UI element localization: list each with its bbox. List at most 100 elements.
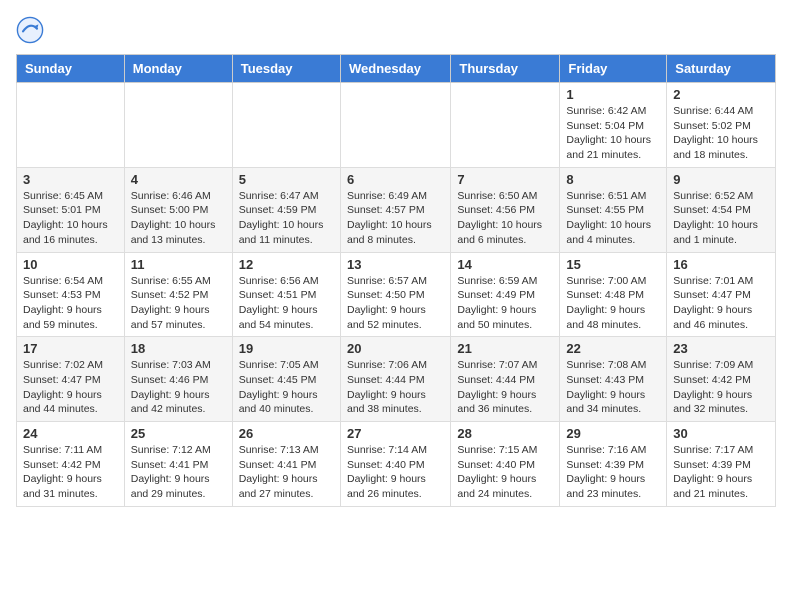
day-info: Sunrise: 6:49 AM Sunset: 4:57 PM Dayligh… bbox=[347, 189, 444, 248]
day-info: Sunrise: 7:00 AM Sunset: 4:48 PM Dayligh… bbox=[566, 274, 660, 333]
header bbox=[16, 16, 776, 44]
day-number: 12 bbox=[239, 257, 334, 272]
day-header-monday: Monday bbox=[124, 55, 232, 83]
week-row-4: 17Sunrise: 7:02 AM Sunset: 4:47 PM Dayli… bbox=[17, 337, 776, 422]
day-number: 3 bbox=[23, 172, 118, 187]
calendar-cell: 3 Sunrise: 6:45 AM Sunset: 5:01 PM Daylig… bbox=[17, 167, 125, 252]
day-info: Sunrise: 7:16 AM Sunset: 4:39 PM Dayligh… bbox=[566, 443, 660, 502]
calendar-cell: 14 Sunrise: 6:59 AM Sunset: 4:49 PM Dayli… bbox=[451, 252, 560, 337]
day-number: 8 bbox=[566, 172, 660, 187]
day-number: 9 bbox=[673, 172, 769, 187]
day-info: Sunrise: 6:42 AM Sunset: 5:04 PM Dayligh… bbox=[566, 104, 660, 163]
day-number: 30 bbox=[673, 426, 769, 441]
calendar-cell: 21 Sunrise: 7:07 AM Sunset: 4:44 PM Dayli… bbox=[451, 337, 560, 422]
week-row-3: 10 Sunrise: 6:54 AM Sunset: 4:53 PM Dayli… bbox=[17, 252, 776, 337]
day-info: Sunrise: 6:45 AM Sunset: 5:01 PM Dayligh… bbox=[23, 189, 118, 248]
day-number: 27 bbox=[347, 426, 444, 441]
day-number: 23 bbox=[673, 341, 769, 356]
day-info: Sunrise: 7:02 AM Sunset: 4:47 PM Dayligh… bbox=[23, 358, 118, 417]
week-row-5: 24Sunrise: 7:11 AM Sunset: 4:42 PM Dayli… bbox=[17, 422, 776, 507]
day-info: Sunrise: 7:07 AM Sunset: 4:44 PM Dayligh… bbox=[457, 358, 553, 417]
calendar-cell bbox=[17, 83, 125, 168]
calendar-cell: 1 Sunrise: 6:42 AM Sunset: 5:04 PM Daylig… bbox=[560, 83, 667, 168]
day-number: 11 bbox=[131, 257, 226, 272]
day-info: Sunrise: 6:55 AM Sunset: 4:52 PM Dayligh… bbox=[131, 274, 226, 333]
day-number: 22 bbox=[566, 341, 660, 356]
calendar-cell: 12 Sunrise: 6:56 AM Sunset: 4:51 PM Dayli… bbox=[232, 252, 340, 337]
day-number: 28 bbox=[457, 426, 553, 441]
day-number: 15 bbox=[566, 257, 660, 272]
calendar-cell: 6Sunrise: 6:49 AM Sunset: 4:57 PM Daylig… bbox=[340, 167, 450, 252]
day-info: Sunrise: 6:57 AM Sunset: 4:50 PM Dayligh… bbox=[347, 274, 444, 333]
day-info: Sunrise: 7:01 AM Sunset: 4:47 PM Dayligh… bbox=[673, 274, 769, 333]
day-number: 10 bbox=[23, 257, 118, 272]
day-number: 5 bbox=[239, 172, 334, 187]
calendar-cell: 27 Sunrise: 7:14 AM Sunset: 4:40 PM Dayli… bbox=[340, 422, 450, 507]
day-header-wednesday: Wednesday bbox=[340, 55, 450, 83]
day-header-friday: Friday bbox=[560, 55, 667, 83]
day-header-sunday: Sunday bbox=[17, 55, 125, 83]
calendar-cell: 23 Sunrise: 7:09 AM Sunset: 4:42 PM Dayli… bbox=[667, 337, 776, 422]
calendar-cell: 11 Sunrise: 6:55 AM Sunset: 4:52 PM Dayli… bbox=[124, 252, 232, 337]
calendar-cell: 19Sunrise: 7:05 AM Sunset: 4:45 PM Dayli… bbox=[232, 337, 340, 422]
calendar-cell: 30 Sunrise: 7:17 AM Sunset: 4:39 PM Dayli… bbox=[667, 422, 776, 507]
calendar-cell: 8 Sunrise: 6:51 AM Sunset: 4:55 PM Daylig… bbox=[560, 167, 667, 252]
day-number: 20 bbox=[347, 341, 444, 356]
calendar-cell: 28 Sunrise: 7:15 AM Sunset: 4:40 PM Dayli… bbox=[451, 422, 560, 507]
calendar-cell: 29Sunrise: 7:16 AM Sunset: 4:39 PM Dayli… bbox=[560, 422, 667, 507]
day-number: 18 bbox=[131, 341, 226, 356]
day-info: Sunrise: 7:12 AM Sunset: 4:41 PM Dayligh… bbox=[131, 443, 226, 502]
calendar-cell: 15 Sunrise: 7:00 AM Sunset: 4:48 PM Dayli… bbox=[560, 252, 667, 337]
calendar-cell bbox=[124, 83, 232, 168]
day-number: 2 bbox=[673, 87, 769, 102]
day-number: 4 bbox=[131, 172, 226, 187]
day-info: Sunrise: 6:56 AM Sunset: 4:51 PM Dayligh… bbox=[239, 274, 334, 333]
calendar-cell bbox=[451, 83, 560, 168]
day-info: Sunrise: 7:03 AM Sunset: 4:46 PM Dayligh… bbox=[131, 358, 226, 417]
week-row-2: 3 Sunrise: 6:45 AM Sunset: 5:01 PM Daylig… bbox=[17, 167, 776, 252]
day-number: 14 bbox=[457, 257, 553, 272]
day-info: Sunrise: 6:52 AM Sunset: 4:54 PM Dayligh… bbox=[673, 189, 769, 248]
day-info: Sunrise: 6:54 AM Sunset: 4:53 PM Dayligh… bbox=[23, 274, 118, 333]
day-header-thursday: Thursday bbox=[451, 55, 560, 83]
calendar-cell: 17Sunrise: 7:02 AM Sunset: 4:47 PM Dayli… bbox=[17, 337, 125, 422]
day-info: Sunrise: 7:13 AM Sunset: 4:41 PM Dayligh… bbox=[239, 443, 334, 502]
day-info: Sunrise: 7:06 AM Sunset: 4:44 PM Dayligh… bbox=[347, 358, 444, 417]
day-number: 1 bbox=[566, 87, 660, 102]
week-row-1: 1 Sunrise: 6:42 AM Sunset: 5:04 PM Daylig… bbox=[17, 83, 776, 168]
calendar-cell: 4 Sunrise: 6:46 AM Sunset: 5:00 PM Daylig… bbox=[124, 167, 232, 252]
calendar-cell: 2Sunrise: 6:44 AM Sunset: 5:02 PM Daylig… bbox=[667, 83, 776, 168]
day-number: 24 bbox=[23, 426, 118, 441]
calendar-cell: 5 Sunrise: 6:47 AM Sunset: 4:59 PM Daylig… bbox=[232, 167, 340, 252]
day-info: Sunrise: 6:59 AM Sunset: 4:49 PM Dayligh… bbox=[457, 274, 553, 333]
calendar-cell: 24Sunrise: 7:11 AM Sunset: 4:42 PM Dayli… bbox=[17, 422, 125, 507]
calendar-cell: 16 Sunrise: 7:01 AM Sunset: 4:47 PM Dayli… bbox=[667, 252, 776, 337]
calendar-cell: 22 Sunrise: 7:08 AM Sunset: 4:43 PM Dayli… bbox=[560, 337, 667, 422]
logo-icon bbox=[16, 16, 44, 44]
day-info: Sunrise: 6:51 AM Sunset: 4:55 PM Dayligh… bbox=[566, 189, 660, 248]
calendar: SundayMondayTuesdayWednesdayThursdayFrid… bbox=[16, 54, 776, 507]
day-number: 19 bbox=[239, 341, 334, 356]
day-number: 16 bbox=[673, 257, 769, 272]
calendar-cell: 25 Sunrise: 7:12 AM Sunset: 4:41 PM Dayli… bbox=[124, 422, 232, 507]
day-number: 26 bbox=[239, 426, 334, 441]
day-number: 25 bbox=[131, 426, 226, 441]
day-info: Sunrise: 7:08 AM Sunset: 4:43 PM Dayligh… bbox=[566, 358, 660, 417]
calendar-cell bbox=[232, 83, 340, 168]
day-info: Sunrise: 7:14 AM Sunset: 4:40 PM Dayligh… bbox=[347, 443, 444, 502]
logo bbox=[16, 16, 48, 44]
day-info: Sunrise: 7:15 AM Sunset: 4:40 PM Dayligh… bbox=[457, 443, 553, 502]
calendar-cell: 13 Sunrise: 6:57 AM Sunset: 4:50 PM Dayli… bbox=[340, 252, 450, 337]
day-number: 7 bbox=[457, 172, 553, 187]
day-info: Sunrise: 7:09 AM Sunset: 4:42 PM Dayligh… bbox=[673, 358, 769, 417]
day-info: Sunrise: 7:17 AM Sunset: 4:39 PM Dayligh… bbox=[673, 443, 769, 502]
day-number: 13 bbox=[347, 257, 444, 272]
calendar-cell: 9 Sunrise: 6:52 AM Sunset: 4:54 PM Daylig… bbox=[667, 167, 776, 252]
day-info: Sunrise: 6:46 AM Sunset: 5:00 PM Dayligh… bbox=[131, 189, 226, 248]
day-header-tuesday: Tuesday bbox=[232, 55, 340, 83]
day-info: Sunrise: 6:47 AM Sunset: 4:59 PM Dayligh… bbox=[239, 189, 334, 248]
calendar-cell: 20 Sunrise: 7:06 AM Sunset: 4:44 PM Dayli… bbox=[340, 337, 450, 422]
calendar-header-row: SundayMondayTuesdayWednesdayThursdayFrid… bbox=[17, 55, 776, 83]
day-number: 21 bbox=[457, 341, 553, 356]
calendar-cell bbox=[340, 83, 450, 168]
